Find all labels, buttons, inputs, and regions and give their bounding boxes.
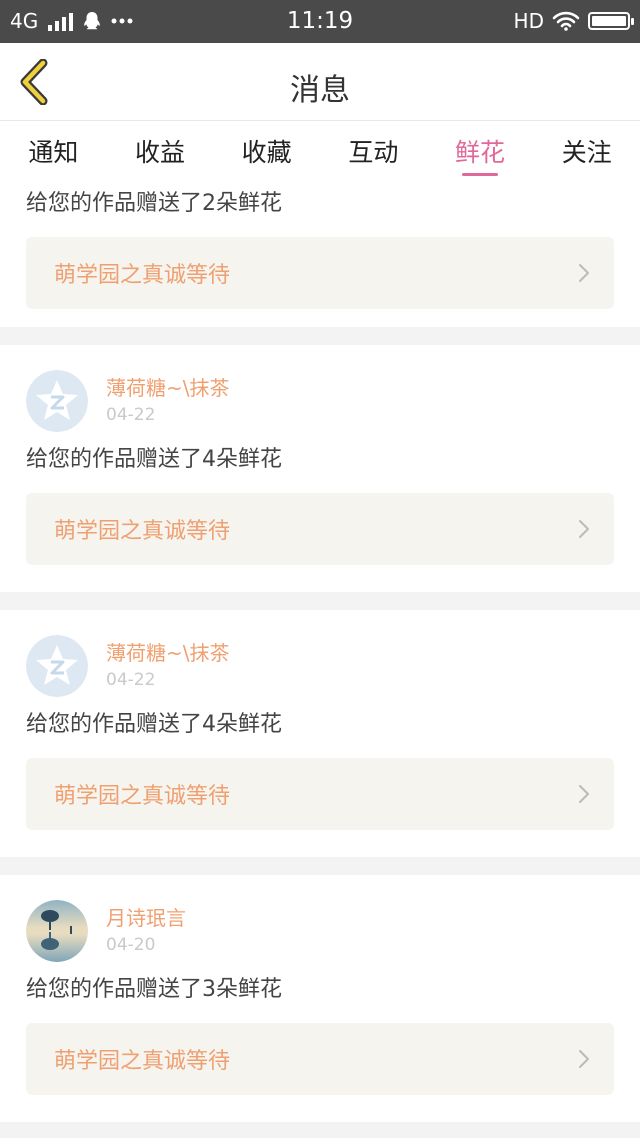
- chevron-right-icon: [579, 520, 589, 538]
- status-bar: 4G 11:19 HD: [0, 0, 640, 43]
- work-link-button[interactable]: 萌学园之真诚等待: [26, 1023, 614, 1095]
- work-title: 萌学园之真诚等待: [54, 1049, 231, 1074]
- tab-notifications[interactable]: 通知: [0, 121, 107, 185]
- wifi-icon: [552, 11, 580, 31]
- default-avatar-icon: [26, 635, 88, 697]
- username[interactable]: 月诗珉言: [106, 905, 186, 931]
- work-link-button[interactable]: 萌学园之真诚等待: [26, 493, 614, 565]
- chevron-right-icon: [579, 264, 589, 282]
- tab-flowers[interactable]: 鲜花: [427, 121, 534, 185]
- tab-bar: 通知 收益 收藏 互动 鲜花 关注: [0, 121, 640, 185]
- work-title: 萌学园之真诚等待: [54, 784, 231, 809]
- work-link-button[interactable]: 萌学园之真诚等待: [26, 237, 614, 309]
- avatar[interactable]: [26, 635, 88, 697]
- flower-message: 给您的作品赠送了4朵鲜花: [26, 447, 282, 472]
- chevron-right-icon: [579, 1050, 589, 1068]
- avatar[interactable]: [26, 370, 88, 432]
- flower-message: 给您的作品赠送了4朵鲜花: [26, 712, 282, 737]
- date: 04-22: [106, 670, 156, 690]
- username[interactable]: 薄荷糖~\抹茶: [106, 375, 230, 401]
- date: 04-22: [106, 405, 156, 425]
- work-title: 萌学园之真诚等待: [54, 519, 231, 544]
- list-item: 薄荷糖~\抹茶 04-22 给您的作品赠送了4朵鲜花 萌学园之真诚等待: [0, 610, 640, 857]
- app-header: 消息: [0, 43, 640, 121]
- work-title: 萌学园之真诚等待: [54, 263, 231, 288]
- username[interactable]: 薄荷糖~\抹茶: [106, 640, 230, 666]
- flower-message: 给您的作品赠送了2朵鲜花: [26, 191, 282, 216]
- date: 04-20: [106, 935, 156, 955]
- tab-following[interactable]: 关注: [533, 121, 640, 185]
- list-item: 给您的作品赠送了2朵鲜花 萌学园之真诚等待: [0, 185, 640, 327]
- work-link-button[interactable]: 萌学园之真诚等待: [26, 758, 614, 830]
- avatar[interactable]: [26, 900, 88, 962]
- tab-earnings[interactable]: 收益: [107, 121, 214, 185]
- chevron-right-icon: [579, 785, 589, 803]
- page-title: 消息: [290, 73, 350, 108]
- flower-message: 给您的作品赠送了3朵鲜花: [26, 977, 282, 1002]
- message-feed: 给您的作品赠送了2朵鲜花 萌学园之真诚等待 薄荷糖~\抹茶 04-22 给您的作…: [0, 185, 640, 1122]
- tab-favorites[interactable]: 收藏: [213, 121, 320, 185]
- tab-interactions[interactable]: 互动: [320, 121, 427, 185]
- battery-icon: [588, 12, 634, 30]
- list-item: 薄荷糖~\抹茶 04-22 给您的作品赠送了4朵鲜花 萌学园之真诚等待: [0, 345, 640, 592]
- hd-indicator: HD: [513, 9, 544, 33]
- list-item: 月诗珉言 04-20 给您的作品赠送了3朵鲜花 萌学园之真诚等待: [0, 875, 640, 1122]
- landscape-avatar-icon: [26, 900, 88, 962]
- default-avatar-icon: [26, 370, 88, 432]
